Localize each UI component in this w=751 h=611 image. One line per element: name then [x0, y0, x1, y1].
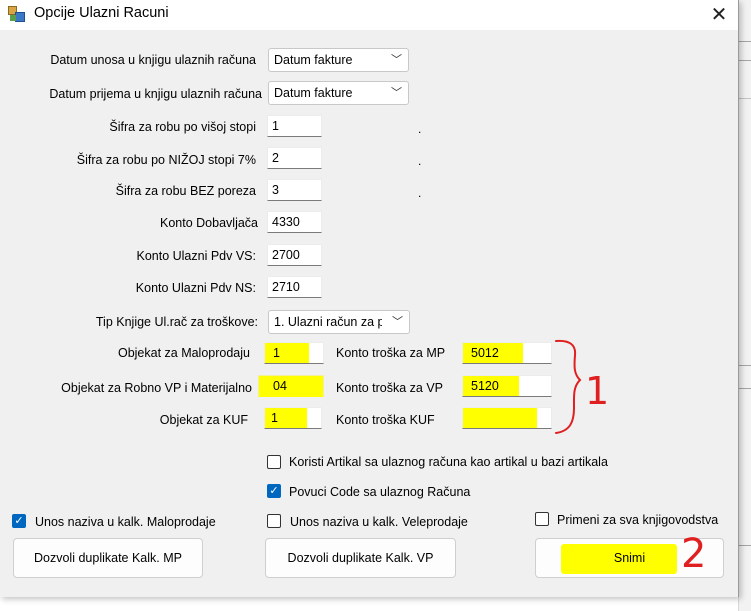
objekat-vp-input[interactable]: 04 [258, 375, 324, 397]
konto-pdv-ns-label: Konto Ulazni Pdv NS: [135, 281, 256, 295]
konto-kuf-label: Konto troška KUF [336, 413, 435, 427]
datum-unosa-label: Datum unosa u knjigu ulaznih računa [50, 53, 256, 67]
dozvoli-vp-button-label: Dozvoli duplikate Kalk. VP [287, 551, 434, 565]
sifra-visa-input[interactable]: 1 [267, 115, 322, 137]
konto-pdv-vs-input[interactable]: 2700 [267, 244, 322, 266]
konto-kuf-input[interactable] [462, 407, 552, 429]
konto-mp-value: 5012 [471, 346, 499, 360]
objekat-vp-label: Objekat za Robno VP i Materijalno [61, 381, 252, 395]
sifra-visa-label: Šifra za robu po višoj stopi [109, 120, 256, 134]
povuci-code-label: Povuci Code sa ulaznog Računa [289, 485, 471, 499]
checkmark-icon: ✓ [269, 484, 279, 497]
snimi-button[interactable]: Snimi [535, 538, 724, 578]
objekat-mp-label: Objekat za Maloprodaju [117, 346, 250, 360]
koristi-artikal-label: Koristi Artikal sa ulaznog računa kao ar… [289, 455, 608, 469]
tip-knjige-select[interactable]: 1. Ulazni račun za p ﹀ [268, 310, 410, 334]
unos-vp-checkbox[interactable] [267, 514, 281, 528]
konto-pdv-ns-input[interactable]: 2710 [267, 276, 322, 298]
konto-mp-label: Konto troška za MP [336, 346, 446, 360]
dot-marker: . [418, 122, 422, 136]
konto-vp-input[interactable]: 5120 [462, 375, 552, 397]
sifra-niza-input[interactable]: 2 [267, 147, 322, 169]
konto-pdv-vs-label: Konto Ulazni Pdv VS: [136, 249, 256, 263]
datum-unosa-select[interactable]: Datum fakture ﹀ [268, 48, 409, 72]
koristi-artikal-checkbox[interactable] [267, 455, 281, 469]
unos-vp-label: Unos naziva u kalk. Veleprodaje [290, 515, 468, 529]
unos-mp-label: Unos naziva u kalk. Maloprodaje [35, 515, 216, 529]
konto-mp-input[interactable]: 5012 [462, 342, 552, 364]
window-title: Opcije Ulazni Racuni [34, 5, 169, 21]
unos-mp-checkbox[interactable]: ✓ [12, 514, 26, 528]
tip-knjige-value: 1. Ulazni račun za p [274, 315, 382, 329]
snimi-button-label: Snimi [613, 551, 646, 565]
dot-marker: . [418, 186, 422, 200]
objekat-kuf-value: 1 [271, 411, 278, 425]
konto-dobavljaca-input[interactable]: 4330 [267, 211, 322, 233]
sifra-bez-input[interactable]: 3 [267, 179, 322, 201]
primeni-sva-checkbox[interactable] [535, 512, 549, 526]
close-icon[interactable]: ✕ [700, 0, 738, 30]
title-bar: Opcije Ulazni Racuni ✕ [0, 0, 738, 30]
konto-vp-label: Konto troška za VP [336, 381, 444, 395]
objekat-mp-input[interactable]: 1 [264, 342, 324, 364]
dozvoli-mp-button[interactable]: Dozvoli duplikate Kalk. MP [13, 538, 203, 578]
sifra-niza-label: Šifra za robu po NIŽOJ stopi 7% [76, 153, 256, 167]
datum-prijema-value: Datum fakture [274, 86, 353, 100]
datum-prijema-select[interactable]: Datum fakture ﹀ [268, 81, 409, 105]
tip-knjige-label: Tip Knjige Ul.rač za troškove: [95, 315, 258, 329]
datum-prijema-label: Datum prijema u knjigu ulaznih računa [49, 87, 262, 101]
dialog-client: Datum unosa u knjigu ulaznih računa Datu… [0, 30, 738, 597]
objekat-kuf-label: Objekat za KUF [159, 413, 248, 427]
objekat-mp-value: 1 [273, 346, 280, 360]
checkmark-icon: ✓ [14, 514, 24, 527]
dozvoli-mp-button-label: Dozvoli duplikate Kalk. MP [34, 551, 182, 565]
konto-dobavljaca-label: Konto Dobavljača [160, 216, 258, 230]
konto-vp-value: 5120 [471, 379, 499, 393]
objekat-kuf-input[interactable]: 1 [264, 407, 322, 429]
options-dialog: Opcije Ulazni Racuni ✕ Datum unosa u knj… [0, 0, 739, 597]
chevron-down-icon: ﹀ [391, 86, 402, 99]
datum-unosa-value: Datum fakture [274, 53, 353, 67]
dot-marker: . [418, 154, 422, 168]
app-icon [8, 6, 26, 22]
chevron-down-icon: ﹀ [392, 315, 403, 328]
dozvoli-vp-button[interactable]: Dozvoli duplikate Kalk. VP [265, 538, 456, 578]
sifra-bez-label: Šifra za robu BEZ poreza [115, 184, 256, 198]
chevron-down-icon: ﹀ [391, 53, 402, 66]
background-window [738, 0, 751, 611]
povuci-code-checkbox[interactable]: ✓ [267, 484, 281, 498]
primeni-sva-label: Primeni za sva knjigovodstva [557, 513, 719, 527]
